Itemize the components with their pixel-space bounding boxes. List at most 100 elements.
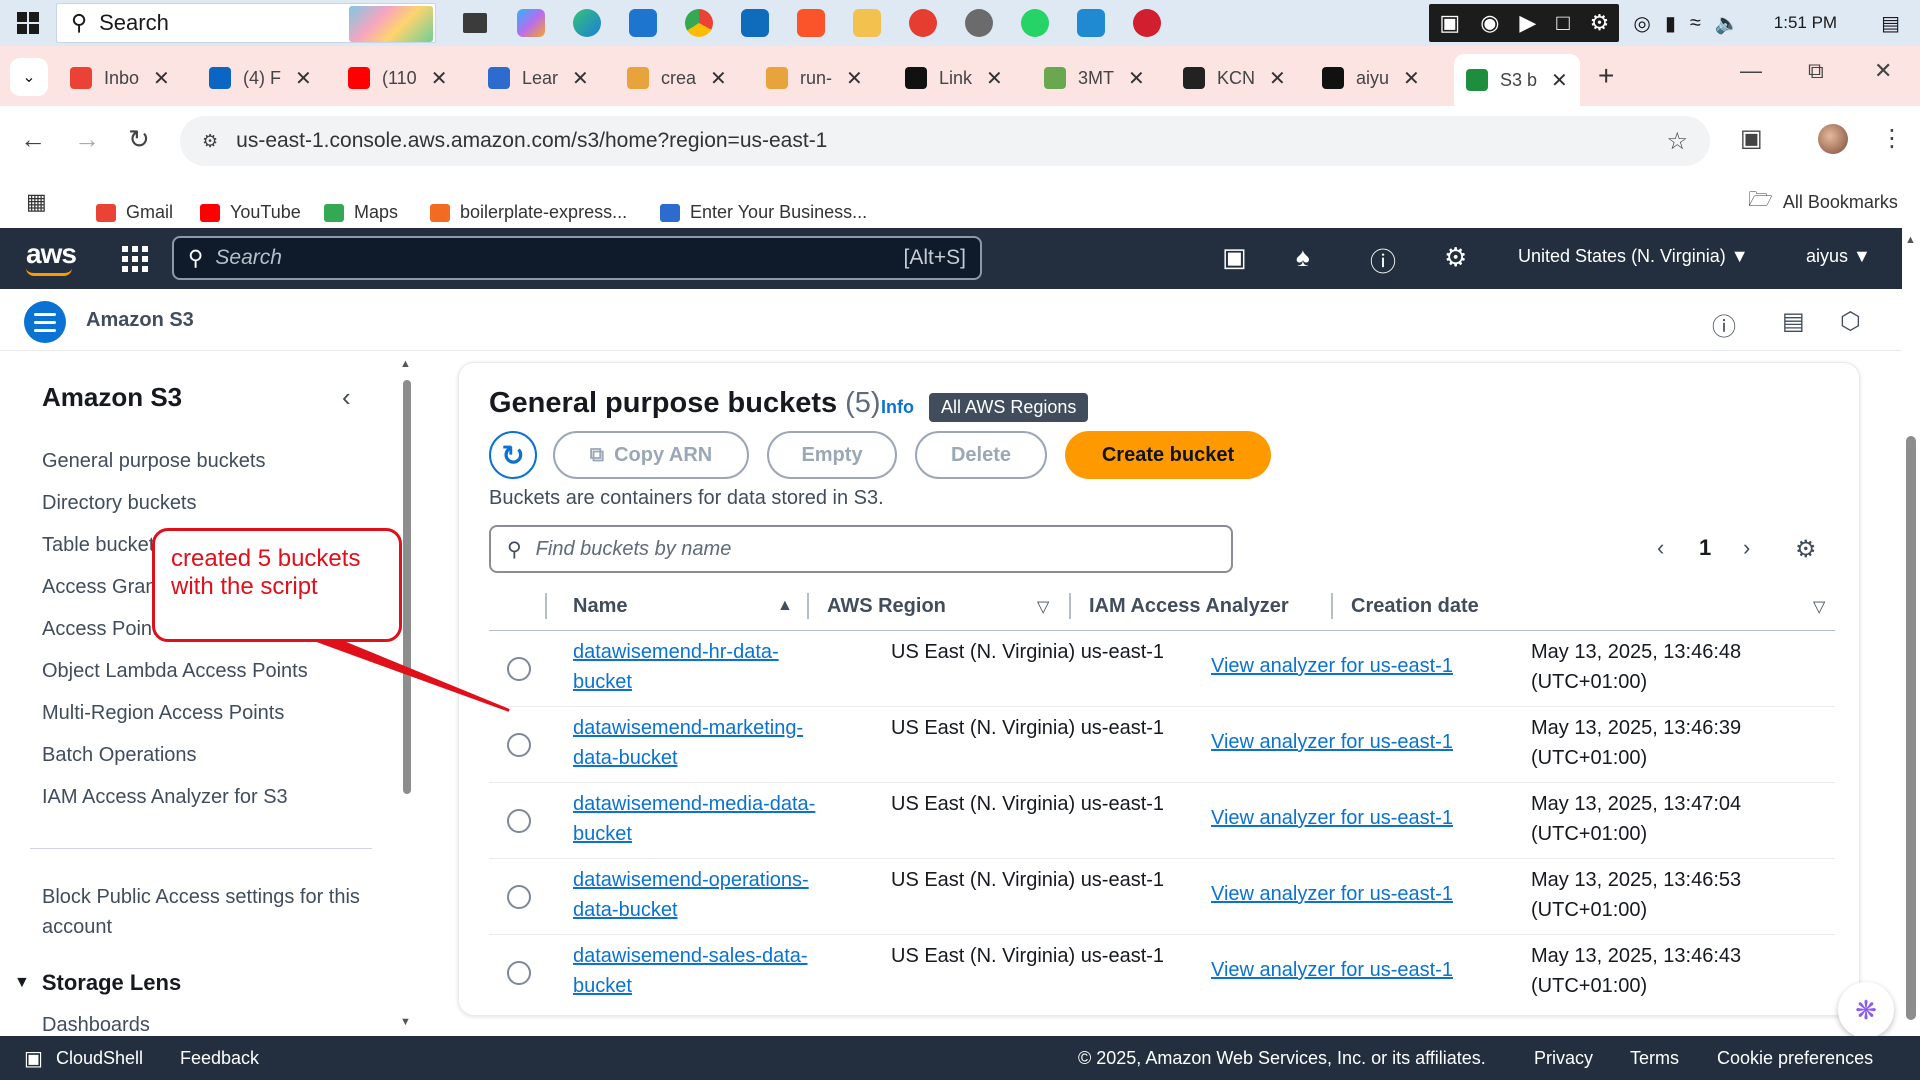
cookie-preferences-link[interactable]: Cookie preferences bbox=[1717, 1048, 1873, 1069]
network-status-icon[interactable]: ◎ bbox=[1633, 11, 1650, 36]
delete-button[interactable]: Delete bbox=[915, 431, 1047, 479]
profile-avatar[interactable] bbox=[1818, 124, 1848, 154]
copy-arn-button[interactable]: ⧉ Copy ARN bbox=[553, 431, 749, 479]
tab-close-icon[interactable]: ✕ bbox=[846, 66, 863, 91]
battery-icon[interactable]: ▮ bbox=[1665, 11, 1676, 36]
tab-close-icon[interactable]: ✕ bbox=[153, 66, 170, 91]
file-explorer-icon[interactable] bbox=[848, 4, 886, 42]
row-select-radio[interactable] bbox=[507, 657, 531, 681]
url-text[interactable]: us-east-1.console.aws.amazon.com/s3/home… bbox=[236, 129, 827, 153]
notes-icon[interactable]: ▤ bbox=[1782, 307, 1805, 336]
analyzer-link[interactable]: View analyzer for us-east-1 bbox=[1211, 651, 1453, 681]
navigation-menu-button[interactable] bbox=[24, 301, 66, 343]
copilot-app-icon[interactable] bbox=[512, 4, 550, 42]
tab-close-icon[interactable]: ✕ bbox=[1551, 68, 1568, 93]
privacy-link[interactable]: Privacy bbox=[1534, 1048, 1593, 1069]
bucket-name-link[interactable]: datawisemend-operations-data-bucket bbox=[573, 865, 833, 925]
browser-tab[interactable]: KCN ✕ bbox=[1183, 58, 1286, 98]
reload-icon[interactable]: ↻ bbox=[128, 124, 150, 155]
tab-close-icon[interactable]: ✕ bbox=[1269, 66, 1286, 91]
settings-gear-icon[interactable]: ⚙ bbox=[1444, 242, 1467, 273]
page-scrollbar[interactable]: ▲ bbox=[1902, 228, 1920, 1036]
taskbar-search-box[interactable]: ⚲ Search bbox=[56, 3, 436, 43]
windows-start-button[interactable] bbox=[0, 0, 56, 46]
analyzer-link[interactable]: View analyzer for us-east-1 bbox=[1211, 879, 1453, 909]
sidebar-scrollbar[interactable]: ▲ ▼ bbox=[400, 352, 414, 1036]
collapse-sidebar-icon[interactable]: ‹ bbox=[342, 382, 351, 413]
bookmark-item[interactable]: Maps bbox=[324, 202, 398, 223]
bookmark-item[interactable]: Enter Your Business... bbox=[660, 202, 867, 223]
whatsapp-app-icon[interactable] bbox=[1016, 4, 1054, 42]
bucket-name-link[interactable]: datawisemend-marketing-data-bucket bbox=[573, 713, 833, 773]
scroll-up-icon[interactable]: ▲ bbox=[1905, 234, 1916, 246]
sidebar-item-object-lambda[interactable]: Object Lambda Access Points bbox=[42, 660, 308, 683]
scroll-up-icon[interactable]: ▲ bbox=[400, 358, 411, 370]
tab-close-icon[interactable]: ✕ bbox=[431, 66, 448, 91]
new-tab-button[interactable]: + bbox=[1598, 60, 1614, 92]
tab-close-icon[interactable]: ✕ bbox=[1128, 66, 1145, 91]
column-analyzer[interactable]: IAM Access Analyzer bbox=[1089, 595, 1289, 618]
edge-app-icon[interactable] bbox=[568, 4, 606, 42]
region-selector[interactable]: United States (N. Virginia) ▼ bbox=[1518, 246, 1749, 267]
vscode-app-icon[interactable] bbox=[1072, 4, 1110, 42]
sort-icon[interactable]: ▽ bbox=[1813, 597, 1825, 617]
browser-tab[interactable]: Inbo ✕ bbox=[70, 58, 170, 98]
current-page[interactable]: 1 bbox=[1699, 535, 1711, 561]
camera-icon[interactable]: ◉ bbox=[1480, 10, 1499, 36]
row-select-radio[interactable] bbox=[507, 733, 531, 757]
back-icon[interactable]: ← bbox=[20, 124, 46, 155]
sidebar-item-general-purpose-buckets[interactable]: General purpose buckets bbox=[42, 450, 265, 473]
aws-search-input[interactable]: ⚲ Search [Alt+S] bbox=[172, 236, 982, 280]
forward-icon[interactable]: → bbox=[74, 124, 100, 155]
minimize-icon[interactable]: — bbox=[1740, 58, 1762, 84]
site-info-icon[interactable]: ⚙ bbox=[202, 131, 218, 152]
browser-menu-icon[interactable]: ⋮ bbox=[1880, 124, 1904, 153]
volume-icon[interactable]: 🔈 bbox=[1715, 11, 1740, 36]
bookmark-item[interactable]: YouTube bbox=[200, 202, 301, 223]
browser-tab[interactable]: S3 b ✕ bbox=[1454, 54, 1580, 106]
column-name[interactable]: Name bbox=[573, 595, 627, 618]
terms-link[interactable]: Terms bbox=[1630, 1048, 1679, 1069]
row-select-radio[interactable] bbox=[507, 961, 531, 985]
browser-tab[interactable]: aiyu ✕ bbox=[1322, 58, 1420, 98]
tab-close-icon[interactable]: ✕ bbox=[986, 66, 1003, 91]
sidebar-item-dashboards[interactable]: Dashboards bbox=[42, 1014, 150, 1036]
column-region[interactable]: AWS Region bbox=[827, 595, 946, 618]
capture-toolbar[interactable]: ▣ ◉ ▶ □ ⚙ bbox=[1429, 4, 1620, 42]
row-select-radio[interactable] bbox=[507, 885, 531, 909]
recorder-app-icon[interactable] bbox=[1128, 4, 1166, 42]
window-icon[interactable]: □ bbox=[1556, 10, 1569, 36]
notification-icon[interactable]: ▤ bbox=[1881, 11, 1900, 36]
refresh-button[interactable]: ↻ bbox=[489, 431, 537, 479]
sidebar-scroll-thumb[interactable] bbox=[403, 380, 411, 794]
chrome-app-icon[interactable] bbox=[680, 4, 718, 42]
sort-ascending-icon[interactable]: ▲ bbox=[777, 597, 793, 615]
cloudshell-icon[interactable]: ▣ bbox=[1222, 242, 1247, 273]
browser-tab[interactable]: 3MT ✕ bbox=[1044, 58, 1145, 98]
sidebar-item-access-points[interactable]: Access Points bbox=[42, 618, 168, 641]
extensions-icon[interactable]: ▣ bbox=[1740, 124, 1763, 153]
sidebar-item-multi-region[interactable]: Multi-Region Access Points bbox=[42, 702, 284, 725]
tab-close-icon[interactable]: ✕ bbox=[1403, 66, 1420, 91]
store-app-icon[interactable] bbox=[624, 4, 662, 42]
cloudshell-icon[interactable]: ▣ bbox=[24, 1046, 43, 1071]
notifications-bell-icon[interactable]: ♠ bbox=[1296, 242, 1310, 273]
next-page-icon[interactable]: › bbox=[1743, 535, 1750, 561]
storage-lens-section[interactable]: ▼ Storage Lens bbox=[14, 970, 181, 996]
browser-tab[interactable]: run- ✕ bbox=[766, 58, 863, 98]
table-preferences-gear-icon[interactable]: ⚙ bbox=[1795, 535, 1817, 564]
assistant-bubble-icon[interactable]: ❋ bbox=[1838, 982, 1894, 1038]
tab-close-icon[interactable]: ✕ bbox=[572, 66, 589, 91]
feedback-link[interactable]: Feedback bbox=[180, 1048, 259, 1069]
outlook-app-icon[interactable] bbox=[736, 4, 774, 42]
bucket-name-link[interactable]: datawisemend-sales-data-bucket bbox=[573, 941, 833, 1001]
bucket-name-link[interactable]: datawisemend-hr-data-bucket bbox=[573, 637, 833, 697]
scroll-down-icon[interactable]: ▼ bbox=[400, 1016, 411, 1028]
previous-page-icon[interactable]: ‹ bbox=[1657, 535, 1664, 561]
column-creation-date[interactable]: Creation date bbox=[1351, 595, 1479, 618]
page-scroll-thumb[interactable] bbox=[1906, 436, 1916, 1020]
analyzer-link[interactable]: View analyzer for us-east-1 bbox=[1211, 803, 1453, 833]
browser-tab[interactable]: crea ✕ bbox=[627, 58, 727, 98]
close-window-icon[interactable]: ✕ bbox=[1874, 58, 1892, 84]
settings-app-icon[interactable] bbox=[960, 4, 998, 42]
